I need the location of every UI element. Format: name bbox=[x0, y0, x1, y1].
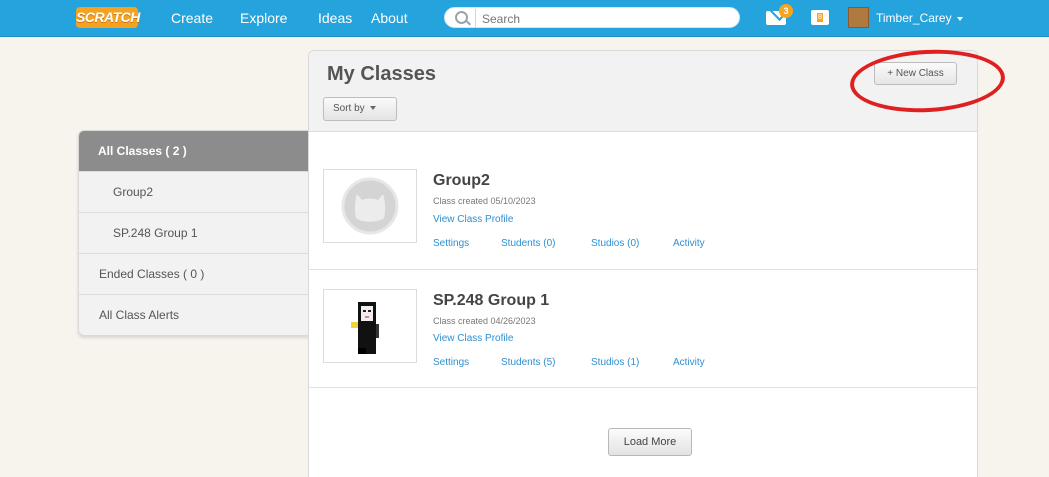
caret-down-icon bbox=[369, 106, 376, 111]
top-navbar: SCRATCH Create Explore Ideas About 3 8 T… bbox=[0, 0, 1049, 37]
class-name[interactable]: SP.248 Group 1 bbox=[433, 292, 549, 310]
sidebar-item-sp248-group1[interactable]: SP.248 Group 1 bbox=[79, 213, 309, 254]
classes-sidebar: All Classes ( 2 ) Group2 SP.248 Group 1 … bbox=[78, 130, 310, 336]
sidebar-item-all-classes[interactable]: All Classes ( 2 ) bbox=[79, 131, 309, 172]
class-students-link[interactable]: Students (5) bbox=[501, 357, 555, 368]
search-icon bbox=[455, 11, 468, 24]
class-thumbnail[interactable] bbox=[323, 289, 417, 363]
nav-explore[interactable]: Explore bbox=[240, 0, 287, 36]
sidebar-item-group2[interactable]: Group2 bbox=[79, 172, 309, 213]
class-students-link[interactable]: Students (0) bbox=[501, 238, 555, 249]
class-name[interactable]: Group2 bbox=[433, 172, 490, 190]
my-stuff-badge: 8 bbox=[817, 13, 823, 22]
class-created-date: Class created 05/10/2023 bbox=[433, 196, 536, 206]
class-card: Group2 Class created 05/10/2023 View Cla… bbox=[309, 132, 977, 270]
sort-by-label: Sort by bbox=[333, 103, 365, 114]
my-stuff-icon[interactable]: 8 bbox=[811, 10, 829, 25]
default-class-avatar-icon bbox=[341, 177, 399, 235]
nav-about[interactable]: About bbox=[371, 0, 408, 36]
chevron-down-icon bbox=[956, 16, 963, 21]
nav-ideas[interactable]: Ideas bbox=[318, 0, 352, 36]
sort-by-dropdown[interactable]: Sort by bbox=[323, 97, 397, 121]
class-settings-link[interactable]: Settings bbox=[433, 238, 469, 249]
class-card: SP.248 Group 1 Class created 04/26/2023 … bbox=[309, 270, 977, 388]
pixel-character-avatar-icon bbox=[351, 302, 379, 354]
search-input[interactable] bbox=[475, 9, 734, 28]
user-menu[interactable]: Timber_Carey bbox=[876, 0, 963, 36]
classes-panel: My Classes + New Class Sort by Group2 Cl… bbox=[308, 50, 978, 477]
messages-count-badge: 3 bbox=[779, 4, 793, 18]
class-activity-link[interactable]: Activity bbox=[673, 238, 705, 249]
sidebar-item-ended-classes[interactable]: Ended Classes ( 0 ) bbox=[79, 254, 309, 295]
username-label: Timber_Carey bbox=[876, 11, 952, 25]
load-more-button[interactable]: Load More bbox=[608, 428, 692, 456]
class-thumbnail[interactable] bbox=[323, 169, 417, 243]
user-avatar[interactable] bbox=[848, 7, 869, 28]
scratch-logo[interactable]: SCRATCH bbox=[76, 7, 140, 28]
sidebar-item-class-alerts[interactable]: All Class Alerts bbox=[79, 295, 309, 335]
class-settings-link[interactable]: Settings bbox=[433, 357, 469, 368]
page-title: My Classes bbox=[327, 63, 436, 85]
view-class-profile-link[interactable]: View Class Profile bbox=[433, 333, 513, 344]
class-created-date: Class created 04/26/2023 bbox=[433, 316, 536, 326]
class-studios-link[interactable]: Studios (1) bbox=[591, 357, 639, 368]
class-activity-link[interactable]: Activity bbox=[673, 357, 705, 368]
nav-create[interactable]: Create bbox=[171, 0, 213, 36]
class-studios-link[interactable]: Studios (0) bbox=[591, 238, 639, 249]
view-class-profile-link[interactable]: View Class Profile bbox=[433, 214, 513, 225]
search-box[interactable] bbox=[444, 7, 740, 28]
